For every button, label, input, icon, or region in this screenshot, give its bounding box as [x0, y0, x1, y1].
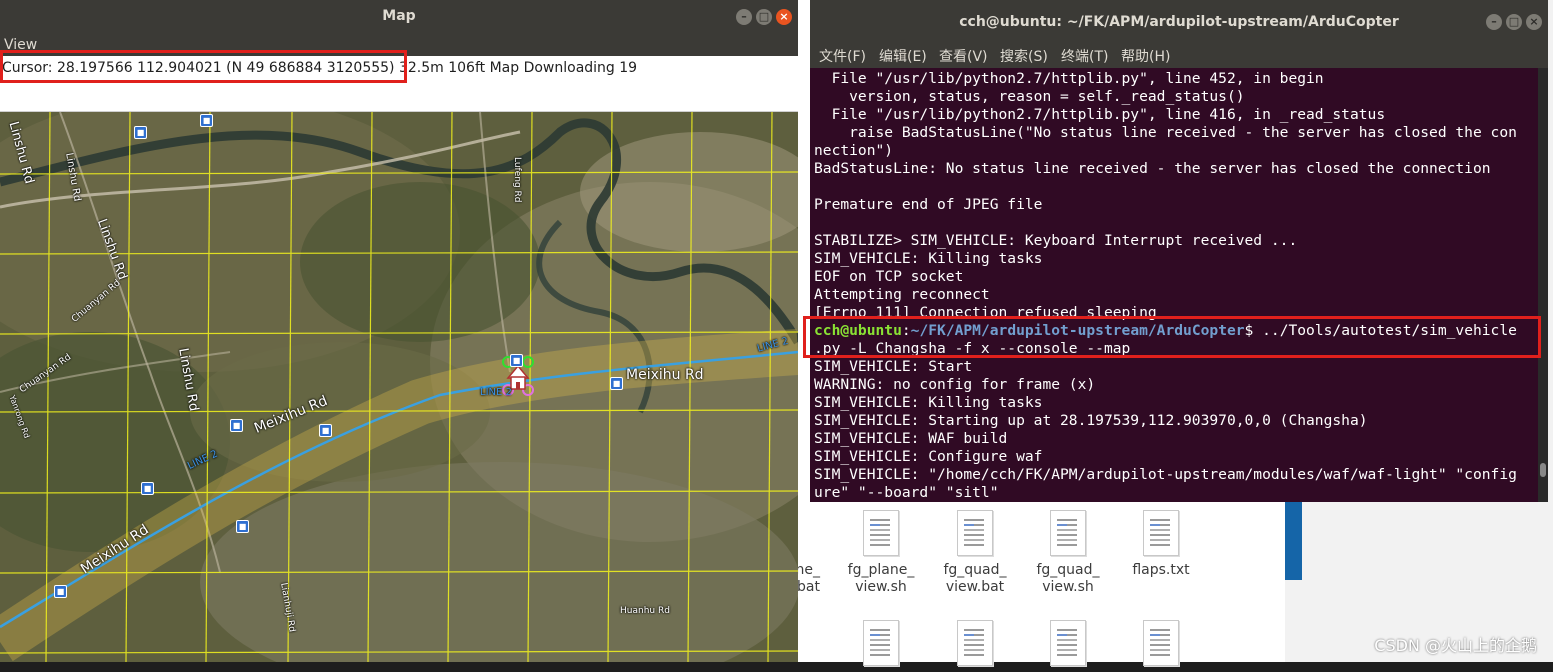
terminal-output[interactable]: File "/usr/lib/python2.7/httplib.py", li…	[814, 70, 1517, 502]
file-item[interactable]	[838, 620, 924, 672]
road-label: Meixihu Rd	[626, 367, 704, 383]
menu-help[interactable]: 帮助(H)	[1121, 46, 1170, 66]
file-item[interactable]	[1118, 620, 1204, 672]
file-item[interactable]: fg_quad_ view.bat	[932, 510, 1018, 596]
text-file-icon	[1050, 510, 1086, 556]
bus-stop-icon: ■	[610, 377, 623, 390]
line-label: LINE 2	[480, 387, 512, 398]
menu-terminal[interactable]: 终端(T)	[1061, 46, 1108, 66]
minimize-button[interactable]: –	[736, 9, 752, 25]
map-window-title: Map	[382, 8, 416, 24]
file-name: fg_plane_ view.sh	[847, 562, 915, 595]
terminal-lines-after: SIM_VEHICLE: Start WARNING: no config fo…	[814, 358, 1517, 501]
terminal-scrollbar[interactable]	[1538, 68, 1548, 502]
text-file-icon	[1143, 510, 1179, 556]
satellite-map[interactable]: Linshu Rd Linshu Rd Linshu Rd Linshu Rd …	[0, 112, 798, 662]
road-label: Lufeng Rd	[512, 157, 522, 203]
maximize-button[interactable]: □	[756, 9, 772, 25]
file-item[interactable]: fg_quad_ view.sh	[1025, 510, 1111, 596]
menu-view[interactable]: 查看(V)	[939, 46, 988, 66]
menu-search[interactable]: 搜索(S)	[1000, 46, 1048, 66]
bus-stop-icon: ■	[54, 585, 67, 598]
file-name: fg_quad_ view.bat	[943, 562, 1007, 595]
menu-edit[interactable]: 编辑(E)	[879, 46, 927, 66]
file-item[interactable]: fg_plane_ view.sh	[838, 510, 924, 596]
bus-stop-icon: ■	[510, 354, 523, 367]
bus-stop-icon: ■	[236, 520, 249, 533]
terminal-titlebar[interactable]: cch@ubuntu: ~/FK/APM/ardupilot-upstream/…	[810, 0, 1548, 42]
menu-file[interactable]: 文件(F)	[819, 46, 866, 66]
minimize-button[interactable]: –	[1486, 14, 1502, 30]
watermark: CSDN @火山上的企鹅	[1374, 636, 1537, 655]
terminal-lines-before: File "/usr/lib/python2.7/httplib.py", li…	[814, 70, 1517, 321]
road-label: Huanhu Rd	[620, 606, 670, 616]
text-file-icon	[863, 510, 899, 556]
bus-stop-icon: ■	[134, 126, 147, 139]
text-file-icon	[1050, 620, 1086, 666]
bus-stop-icon: ■	[200, 114, 213, 127]
text-file-icon	[957, 510, 993, 556]
file-name: fg_quad_ view.sh	[1036, 562, 1100, 595]
text-file-icon	[863, 620, 899, 666]
bus-stop-icon: ■	[319, 424, 332, 437]
map-window: Map – □ × View Cursor: 28.197566 112.904…	[0, 0, 798, 662]
text-file-icon	[1143, 620, 1179, 666]
bus-stop-icon: ■	[141, 482, 154, 495]
file-item[interactable]	[932, 620, 1018, 672]
terminal-window[interactable]: cch@ubuntu: ~/FK/APM/ardupilot-upstream/…	[810, 0, 1548, 502]
map-titlebar[interactable]: Map – □ ×	[0, 0, 798, 34]
file-name: flaps.txt	[1132, 562, 1190, 578]
maximize-button[interactable]: □	[1506, 14, 1522, 30]
file-item[interactable]: flaps.txt	[1118, 510, 1204, 579]
text-file-icon	[957, 620, 993, 666]
highlight-box-status	[0, 50, 407, 83]
close-button[interactable]: ×	[1526, 14, 1542, 30]
close-button[interactable]: ×	[776, 9, 792, 25]
terminal-title: cch@ubuntu: ~/FK/APM/ardupilot-upstream/…	[959, 14, 1399, 30]
highlight-box-command	[803, 316, 1541, 358]
map-canvas	[0, 112, 798, 662]
bus-stop-icon: ■	[230, 419, 243, 432]
scrollbar-thumb[interactable]	[1540, 463, 1546, 477]
terminal-menubar: 文件(F) 编辑(E) 查看(V) 搜索(S) 终端(T) 帮助(H)	[810, 42, 1548, 68]
file-item[interactable]	[1025, 620, 1111, 672]
